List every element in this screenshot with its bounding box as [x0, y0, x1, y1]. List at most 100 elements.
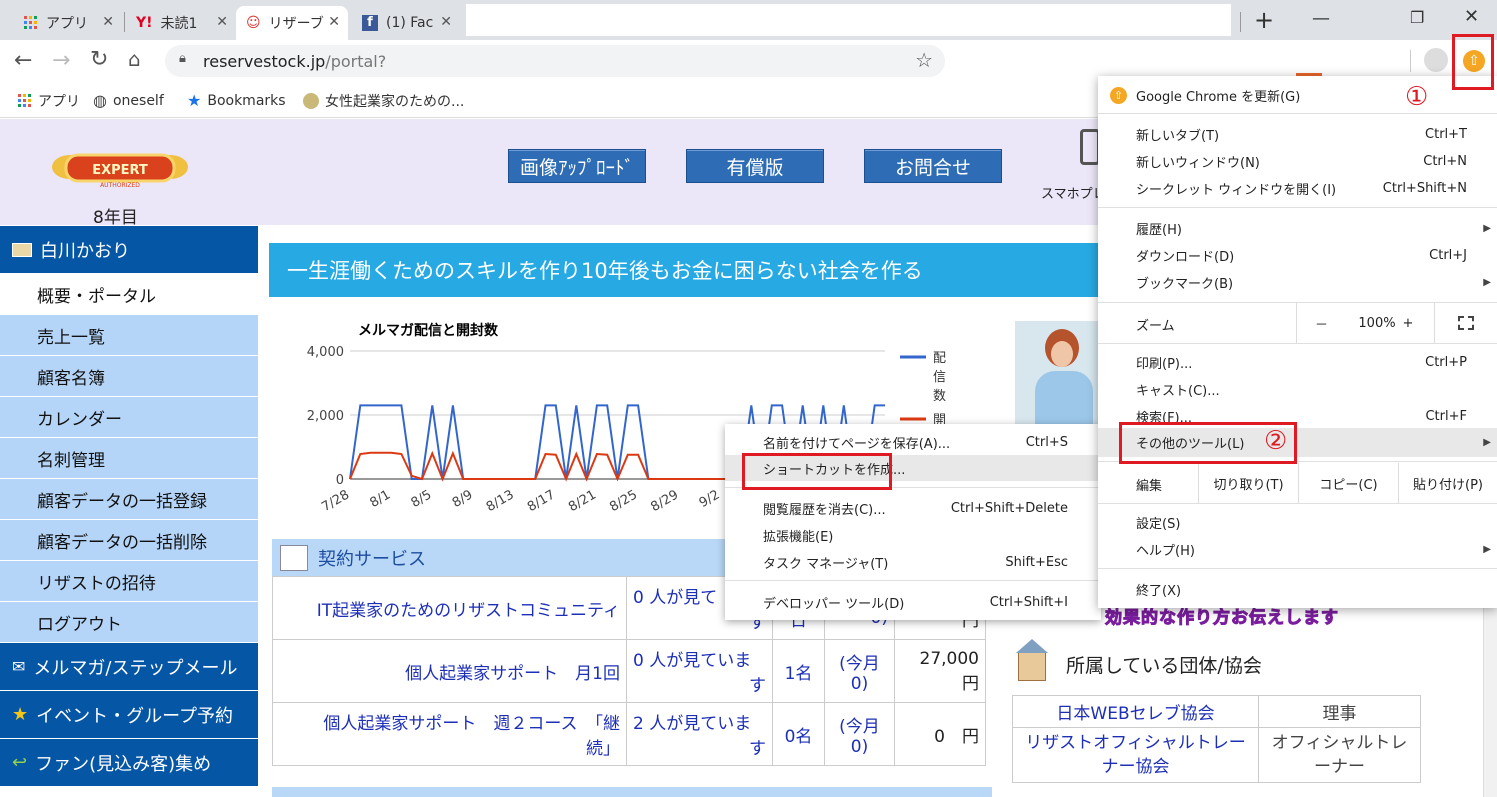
menu-item-task-manager[interactable]: タスク マネージャ(T) Shift+Esc	[725, 549, 1101, 575]
sidebar-item-business-cards[interactable]: 名刺管理	[0, 438, 258, 479]
apps-grid-icon	[24, 16, 37, 29]
sidebar-section-mailmag[interactable]: ✉ メルマガ/ステップメール	[0, 643, 258, 691]
bookmark-women-entrepreneur[interactable]: 女性起業家のための...	[303, 91, 464, 111]
menu-item-bookmarks[interactable]: ブックマーク(B) ▶	[1098, 269, 1497, 296]
smartphone-icon[interactable]	[1080, 129, 1100, 165]
cut-button[interactable]: 切り取り(T)	[1198, 463, 1298, 503]
menu-item-update-chrome[interactable]: ⇧ Google Chrome を更新(G)	[1098, 82, 1497, 109]
new-tab-plus-icon[interactable]: +	[1254, 6, 1274, 34]
fullscreen-icon[interactable]	[1434, 303, 1497, 343]
contract-services-title: 契約サービス	[318, 548, 426, 570]
sidebar-item-bulk-register[interactable]: 顧客データの一括登録	[0, 479, 258, 520]
chrome-main-menu: ⇧ Google Chrome を更新(G) 新しいタブ(T) Ctrl+T 新し…	[1098, 76, 1497, 608]
sidebar-item-logout[interactable]: ログアウト	[0, 602, 258, 643]
minimize-icon[interactable]: —	[1312, 8, 1330, 29]
menu-item-print[interactable]: 印刷(P)... Ctrl+P	[1098, 349, 1497, 376]
table-row: 個人起業家サポート 月1回 0 人が見ています 1名 (今月 0) 27,000 円	[272, 639, 986, 703]
tab-reservestock[interactable]: ☺ リザーブ ✕	[236, 6, 348, 40]
service-name[interactable]: 個人起業家サポート 月1回	[272, 639, 627, 703]
paste-button[interactable]: 貼り付け(P)	[1398, 463, 1497, 503]
profile-avatar-icon[interactable]	[1424, 48, 1448, 72]
bookmark-label: アプリ	[38, 94, 80, 110]
legend-label: 信	[933, 370, 946, 385]
sidebar-section-fans[interactable]: ↩ ファン(見込み客)集め	[0, 739, 258, 787]
x-tick-label: 8/17	[525, 487, 558, 515]
forward-arrow-icon[interactable]: →	[52, 48, 70, 73]
sidebar: 白川かおり 概要・ポータル 売上一覧 顧客名簿 カレンダー 名刺管理 顧客データ…	[0, 226, 258, 787]
groups-title: 所属している団体/協会	[1066, 655, 1262, 677]
zoom-in-button[interactable]: +	[1388, 303, 1428, 343]
zoom-out-button[interactable]: －	[1296, 303, 1346, 343]
menu-item-history[interactable]: 履歴(H) ▶	[1098, 215, 1497, 242]
home-icon[interactable]: ⌂	[128, 47, 141, 71]
sidebar-item-portal[interactable]: 概要・ポータル	[0, 274, 258, 315]
close-icon[interactable]: ✕	[216, 14, 228, 30]
smartphone-preview-label[interactable]: スマホプレ	[1041, 183, 1106, 202]
tab-yahoo[interactable]: Y! 未読1 ✕	[126, 6, 236, 40]
expert-badge-logo: EXPERT AUTHORIZED	[52, 153, 188, 189]
bookmark-oneself[interactable]: ◍ oneself	[93, 91, 164, 110]
annotation-two: ②	[1264, 426, 1288, 456]
sidebar-item-calendar[interactable]: カレンダー	[0, 397, 258, 438]
menu-item-clear-history[interactable]: 閲覧履歴を消去(C)... Ctrl+Shift+Delete	[725, 495, 1101, 521]
reload-icon[interactable]: ↻	[90, 47, 108, 72]
menu-item-downloads[interactable]: ダウンロード(D) Ctrl+J	[1098, 242, 1497, 269]
group-role: 理事	[1258, 695, 1421, 728]
bookmark-apps[interactable]: アプリ	[18, 91, 80, 111]
table-row: 日本WEBセレブ協会 理事	[1012, 695, 1421, 728]
menu-item-cast[interactable]: キャスト(C)...	[1098, 376, 1497, 403]
star-icon: ★	[187, 91, 202, 110]
bookmark-star-icon[interactable]: ☆	[915, 48, 933, 72]
sidebar-item-bulk-delete[interactable]: 顧客データの一括削除	[0, 520, 258, 561]
close-icon[interactable]: ✕	[328, 14, 340, 30]
x-tick-label: 8/1	[368, 487, 394, 510]
price-cell: 0 円	[894, 702, 986, 766]
menu-item-help[interactable]: ヘルプ(H) ▶	[1098, 536, 1497, 563]
section-label: ファン(見込み客)集め	[35, 753, 212, 775]
close-icon[interactable]: ✕	[102, 14, 114, 30]
menu-item-save-page[interactable]: 名前を付けてページを保存(A)... Ctrl+S	[725, 429, 1101, 455]
menu-item-new-window[interactable]: 新しいウィンドウ(N) Ctrl+N	[1098, 148, 1497, 175]
group-org[interactable]: リザストオフィシャルトレー ナー協会	[1012, 727, 1259, 783]
menu-item-developer-tools[interactable]: デベロッパー ツール(D) Ctrl+Shift+I	[725, 589, 1101, 615]
back-arrow-icon[interactable]: ←	[14, 48, 32, 73]
group-org[interactable]: 日本WEBセレブ協会	[1012, 695, 1259, 728]
paid-version-button[interactable]: 有償版	[686, 149, 824, 183]
user-name: 白川かおり	[40, 240, 130, 262]
month-cell: (今月 0)	[824, 702, 895, 766]
chevron-right-icon: ▶	[1483, 277, 1491, 288]
close-icon[interactable]: ✕	[440, 14, 452, 30]
viewers-cell: 2 人が見ています	[626, 702, 773, 766]
service-name[interactable]: IT起業家のためのリザストコミュニティ	[272, 576, 627, 640]
copy-button[interactable]: コピー(C)	[1298, 463, 1398, 503]
menu-item-exit[interactable]: 終了(X)	[1098, 576, 1497, 603]
sidebar-item-customers[interactable]: 顧客名簿	[0, 356, 258, 397]
window-close-icon[interactable]: ✕	[1464, 6, 1479, 27]
restore-icon[interactable]: ❐	[1410, 8, 1424, 27]
sidebar-item-sales[interactable]: 売上一覧	[0, 315, 258, 356]
section-label: メルマガ/ステップメール	[33, 657, 238, 679]
section-label: イベント・グループ予約	[36, 705, 234, 727]
menu-item-new-tab[interactable]: 新しいタブ(T) Ctrl+T	[1098, 121, 1497, 148]
sidebar-section-events[interactable]: ★ イベント・グループ予約	[0, 691, 258, 739]
legend-label: 配	[933, 351, 946, 366]
sidebar-user-header[interactable]: 白川かおり	[0, 226, 258, 274]
x-tick-label: 8/21	[566, 487, 599, 515]
menu-item-extensions[interactable]: 拡張機能(E)	[725, 522, 1101, 548]
x-tick-label: 8/9	[450, 487, 476, 510]
menu-item-incognito[interactable]: シークレット ウィンドウを開く(I) Ctrl+Shift+N	[1098, 175, 1497, 202]
tab-apps[interactable]: アプリ ✕	[14, 6, 122, 40]
count-cell: 0名	[772, 702, 825, 766]
address-bar[interactable]: 🔒︎ reservestock.jp/portal? ☆	[165, 45, 945, 77]
contact-button[interactable]: お問合せ	[864, 149, 1002, 183]
image-upload-button[interactable]: 画像ｱｯﾌﾟﾛｰﾄﾞ	[508, 149, 646, 183]
chevron-right-icon: ▶	[1483, 437, 1491, 448]
bookmark-label: 女性起業家のための...	[325, 94, 465, 110]
bookmark-bookmarks[interactable]: ★ Bookmarks	[187, 91, 286, 110]
sidebar-item-invite[interactable]: リザストの招待	[0, 561, 258, 602]
id-card-icon	[12, 242, 32, 257]
menu-item-settings[interactable]: 設定(S)	[1098, 509, 1497, 536]
tab-facebook[interactable]: f (1) Fac ✕	[352, 6, 460, 40]
service-name[interactable]: 個人起業家サポート 週２コース 「継 続」	[272, 702, 627, 766]
apps-grid-icon	[18, 94, 31, 107]
